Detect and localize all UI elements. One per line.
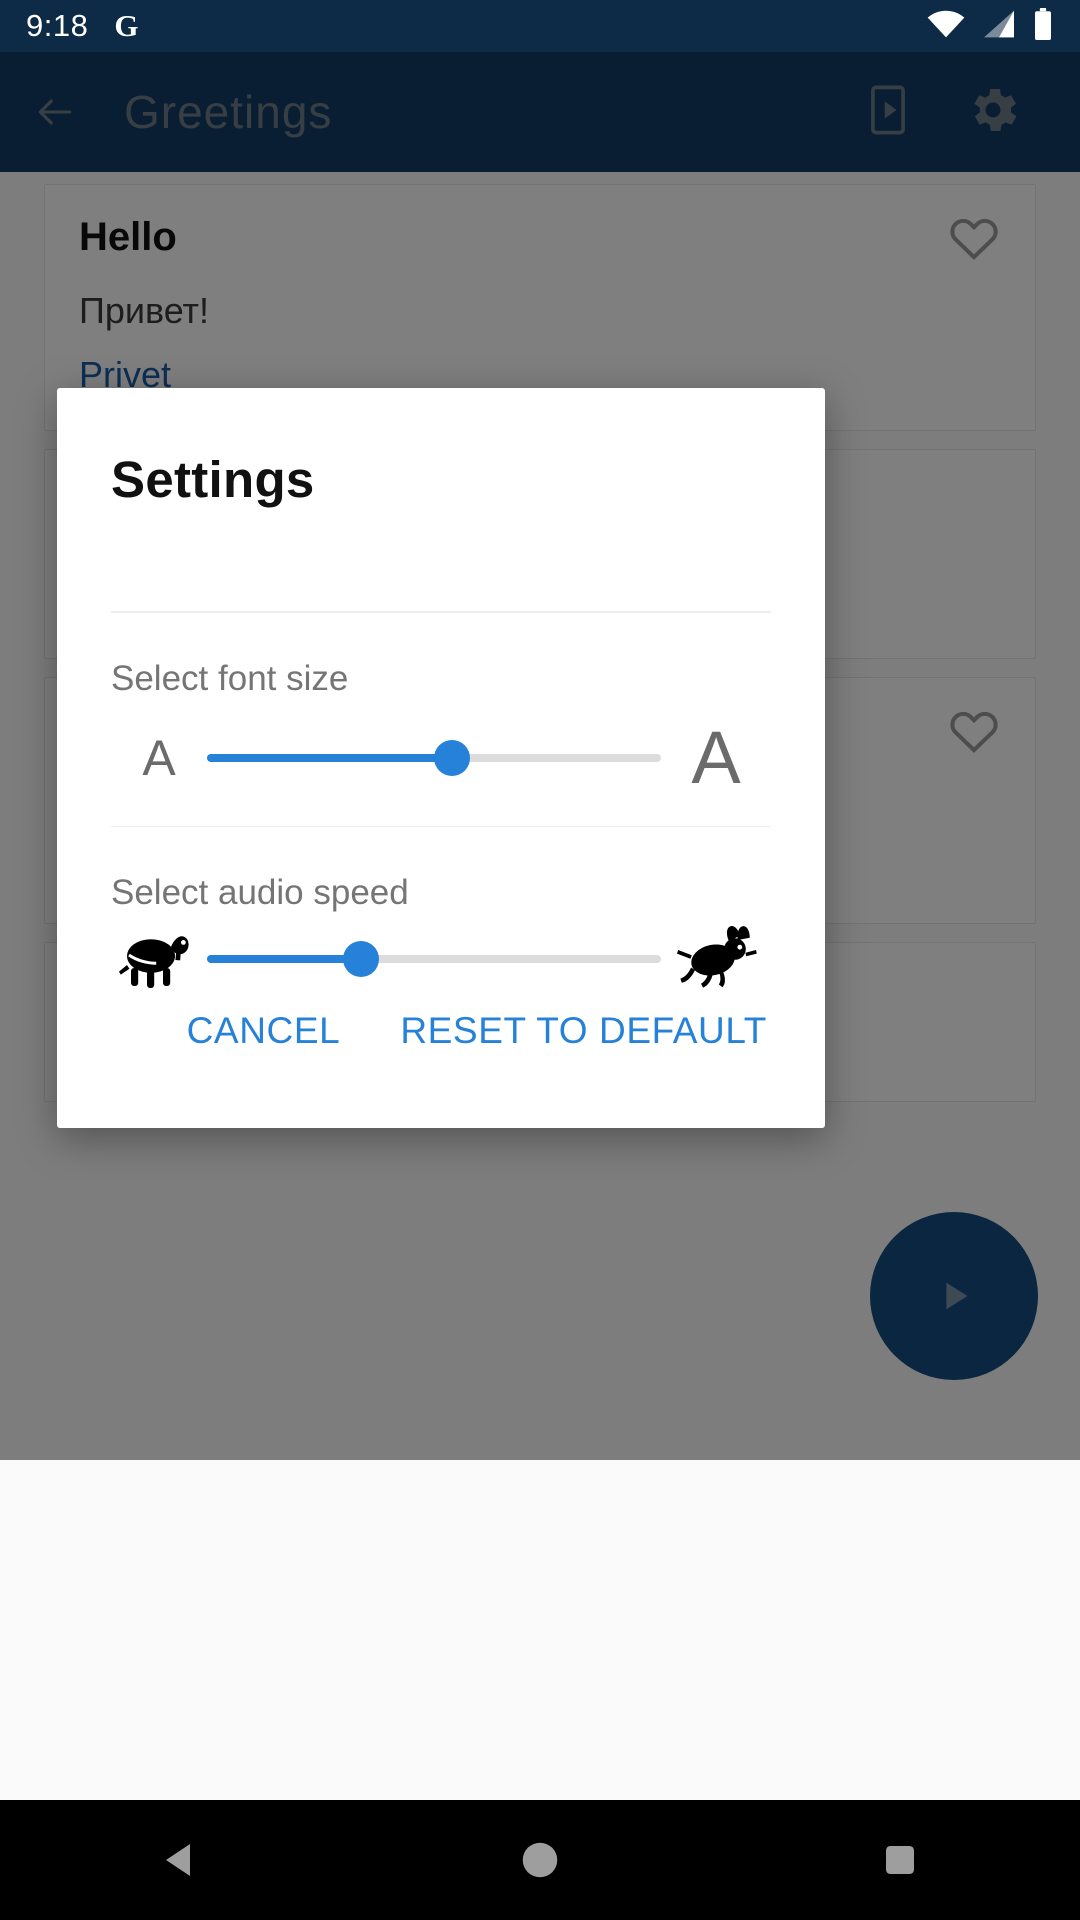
audio-speed-slider-fill: [207, 954, 362, 963]
status-clock: 9:18: [26, 8, 89, 43]
audio-speed-section-label: Select audio speed: [111, 873, 409, 913]
settings-dialog: Settings Select font size A A Select aud…: [57, 388, 825, 1128]
cellular-signal-icon: [980, 9, 1018, 44]
phone-screen: Hello Привет! Privet Good evening Добрый…: [0, 0, 1080, 1920]
dialog-action-row: CANCEL RESET TO DEFAULT: [57, 1000, 825, 1128]
small-a-icon: A: [142, 730, 176, 787]
font-size-slider[interactable]: [207, 740, 661, 777]
audio-speed-slider[interactable]: [207, 940, 661, 977]
turtle-icon: [111, 928, 207, 990]
font-size-slider-fill: [207, 754, 453, 763]
google-badge-icon: G: [114, 8, 139, 43]
reset-to-default-button[interactable]: RESET TO DEFAULT: [396, 1000, 771, 1062]
font-size-section-label: Select font size: [111, 658, 349, 698]
font-size-slider-thumb[interactable]: [434, 740, 471, 777]
battery-icon: [1032, 7, 1054, 45]
wifi-icon: [926, 9, 966, 44]
audio-speed-slider-thumb[interactable]: [343, 940, 380, 977]
nav-home-icon[interactable]: [460, 1837, 620, 1883]
status-bar: 9:18 G: [0, 0, 1080, 52]
status-icons: [926, 7, 1054, 45]
dialog-title: Settings: [111, 451, 315, 508]
nav-back-icon[interactable]: [100, 1836, 260, 1884]
system-nav-bar: [0, 1800, 1080, 1920]
rabbit-icon: [661, 925, 771, 992]
nav-recents-icon[interactable]: [820, 1839, 980, 1881]
large-a-icon: A: [691, 716, 741, 800]
font-size-slider-row: A A: [57, 717, 825, 800]
cancel-button[interactable]: CANCEL: [183, 1000, 345, 1062]
audio-speed-slider-row: [57, 917, 825, 1000]
